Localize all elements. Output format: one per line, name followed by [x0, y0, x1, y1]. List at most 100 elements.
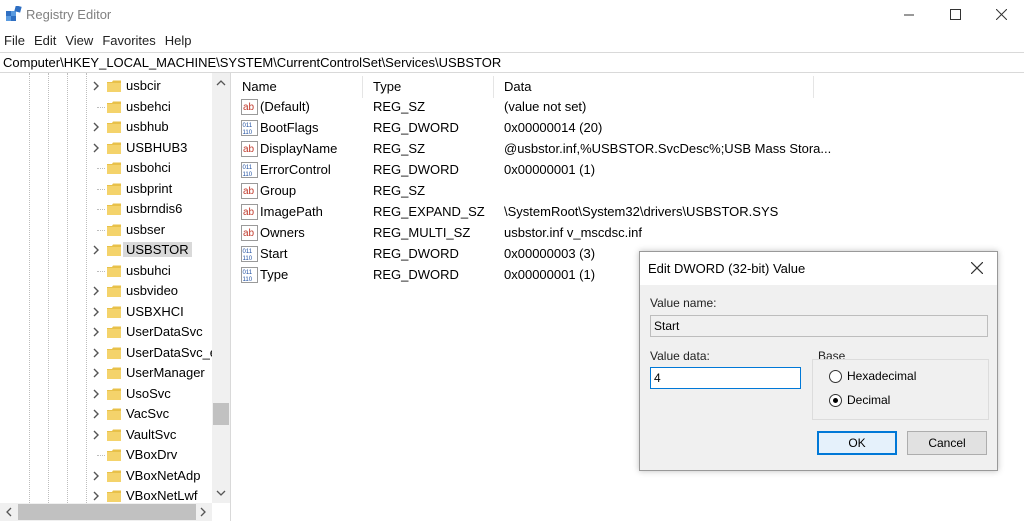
tree-item[interactable]: VBoxNetAdp: [0, 466, 212, 487]
maximize-icon: [949, 8, 961, 23]
tree-item[interactable]: usbhub: [0, 117, 212, 138]
value-data-input[interactable]: 4: [650, 367, 801, 389]
scroll-down-icon[interactable]: [215, 487, 227, 499]
column-header-data[interactable]: Data: [494, 76, 814, 98]
chevron-right-icon[interactable]: [91, 244, 101, 256]
close-icon: [970, 261, 984, 277]
folder-icon: [107, 490, 121, 502]
menu-help[interactable]: Help: [161, 33, 197, 48]
scroll-left-icon[interactable]: [3, 506, 15, 518]
chevron-right-icon[interactable]: [91, 142, 101, 154]
decimal-label[interactable]: Decimal: [847, 393, 890, 407]
menu-file[interactable]: File: [0, 33, 30, 48]
folder-icon: [107, 183, 121, 195]
maximize-button[interactable]: [932, 0, 978, 30]
tree-vertical-scrollbar[interactable]: [212, 73, 230, 503]
column-header-name[interactable]: Name: [232, 76, 363, 98]
value-row[interactable]: ab (Default) REG_SZ (value not set): [232, 97, 1024, 118]
key-tree: usbcir usbehci usbhub USBHUB3 usbohci usbprin…: [0, 73, 231, 521]
tree-item[interactable]: USBSTOR: [0, 240, 212, 261]
svg-text:ab: ab: [243, 186, 255, 197]
tree-item[interactable]: usbvideo: [0, 281, 212, 302]
tree-item-label: USBXHCI: [126, 303, 184, 319]
tree-item[interactable]: UsoSvc: [0, 384, 212, 405]
value-type-cell: REG_DWORD: [373, 162, 459, 177]
tree-item[interactable]: usbcir: [0, 76, 212, 97]
tree-item[interactable]: usbprint: [0, 179, 212, 200]
column-header-type[interactable]: Type: [363, 76, 494, 98]
scroll-thumb[interactable]: [213, 403, 229, 425]
value-row[interactable]: 011 110 BootFlags REG_DWORD 0x00000014 (20): [232, 118, 1024, 139]
tree-item[interactable]: usbehci: [0, 97, 212, 118]
dialog-close-button[interactable]: [966, 258, 988, 280]
folder-icon: [107, 408, 121, 420]
chevron-right-icon[interactable]: [91, 326, 101, 338]
value-row[interactable]: 011 110 ErrorControl REG_DWORD 0x00000001 (1…: [232, 160, 1024, 181]
menu-edit[interactable]: Edit: [30, 33, 61, 48]
value-type-cell: REG_DWORD: [373, 246, 459, 261]
svg-text:110: 110: [243, 130, 253, 136]
chevron-right-icon[interactable]: [91, 367, 101, 379]
hexadecimal-label[interactable]: Hexadecimal: [847, 369, 916, 383]
chevron-right-icon[interactable]: [91, 490, 101, 502]
scroll-thumb[interactable]: [18, 504, 196, 520]
tree-item[interactable]: USBHUB3: [0, 138, 212, 159]
chevron-right-icon[interactable]: [91, 347, 101, 359]
chevron-right-icon[interactable]: [91, 121, 101, 133]
chevron-right-icon[interactable]: [91, 80, 101, 92]
menu-view[interactable]: View: [61, 33, 98, 48]
tree-connector: [97, 270, 105, 272]
value-row[interactable]: ab ImagePath REG_EXPAND_SZ \SystemRoot\Syst…: [232, 202, 1024, 223]
tree-item[interactable]: usbrndis6: [0, 199, 212, 220]
scroll-up-icon[interactable]: [215, 77, 227, 89]
tree-connector: [97, 229, 105, 231]
tree-item[interactable]: VacSvc: [0, 404, 212, 425]
address-bar[interactable]: Computer\HKEY_LOCAL_MACHINE\SYSTEM\Curre…: [0, 52, 1024, 73]
window-title: Registry Editor: [26, 7, 112, 22]
tree-item[interactable]: USBXHCI: [0, 302, 212, 323]
menu-favorites[interactable]: Favorites: [98, 33, 160, 48]
tree-item[interactable]: usbohci: [0, 158, 212, 179]
binary-value-icon: 011 110: [241, 162, 258, 178]
binary-value-icon: 011 110: [241, 267, 258, 283]
value-row[interactable]: ab Owners REG_MULTI_SZ usbstor.inf v_mscdsc…: [232, 223, 1024, 244]
tree-item[interactable]: UserDataSvc: [0, 322, 212, 343]
value-type-cell: REG_DWORD: [373, 120, 459, 135]
value-data-cell: (value not set): [504, 99, 587, 114]
chevron-right-icon[interactable]: [91, 429, 101, 441]
chevron-right-icon[interactable]: [91, 306, 101, 318]
menu-bar: File Edit View Favorites Help: [0, 30, 1024, 51]
folder-icon: [107, 449, 121, 461]
tree-item[interactable]: VBoxDrv: [0, 445, 212, 466]
chevron-right-icon[interactable]: [91, 285, 101, 297]
value-name-cell: Type: [260, 267, 289, 282]
value-row[interactable]: ab Group REG_SZ: [232, 181, 1024, 202]
tree-item[interactable]: UserDataSvc_e: [0, 343, 214, 364]
chevron-right-icon[interactable]: [91, 388, 101, 400]
value-name-cell: (Default): [260, 99, 310, 114]
chevron-right-icon[interactable]: [91, 408, 101, 420]
value-data-cell: 0x00000001 (1): [504, 267, 596, 282]
tree-horizontal-scrollbar[interactable]: [0, 503, 212, 521]
svg-text:011: 011: [243, 165, 253, 171]
decimal-radio[interactable]: [829, 394, 842, 407]
tree-item-label: VBoxNetAdp: [126, 467, 201, 483]
chevron-right-icon[interactable]: [91, 470, 101, 482]
tree-item[interactable]: UserManager: [0, 363, 212, 384]
folder-icon: [107, 244, 121, 256]
hexadecimal-radio[interactable]: [829, 370, 842, 383]
tree-item[interactable]: VaultSvc: [0, 425, 212, 446]
folder-icon: [107, 347, 121, 359]
close-button[interactable]: [978, 0, 1024, 30]
svg-text:110: 110: [243, 172, 253, 178]
cancel-button[interactable]: Cancel: [907, 431, 987, 455]
svg-text:011: 011: [243, 123, 253, 129]
tree-item[interactable]: usbuhci: [0, 261, 212, 282]
tree-connector: [97, 209, 105, 210]
minimize-button[interactable]: [886, 0, 932, 30]
scroll-right-icon[interactable]: [197, 506, 209, 518]
value-name-cell: DisplayName: [260, 141, 338, 156]
ok-button[interactable]: OK: [817, 431, 897, 455]
tree-item[interactable]: usbser: [0, 220, 212, 241]
value-row[interactable]: ab DisplayName REG_SZ @usbstor.inf,%USBSTOR…: [232, 139, 1024, 160]
